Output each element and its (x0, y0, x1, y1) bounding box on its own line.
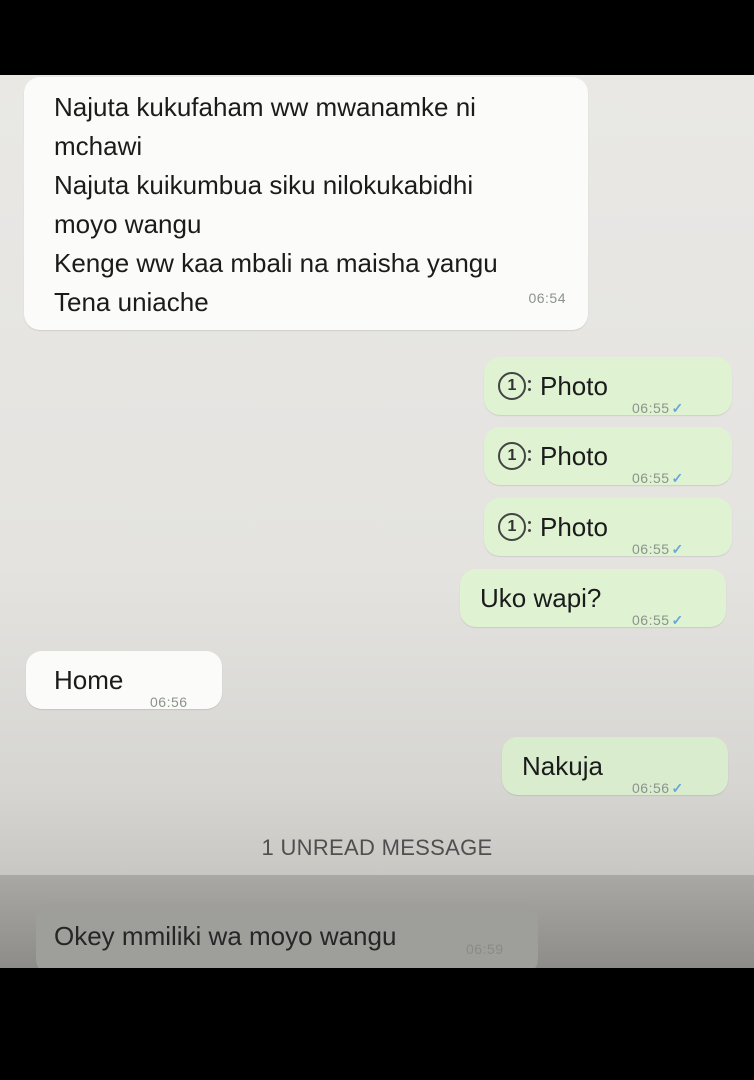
message-text: Home (54, 665, 124, 695)
view-once-icon: 1 (498, 513, 531, 541)
outgoing-photo-message[interactable]: 1 Photo 06:55 ✓ (484, 427, 732, 486)
outgoing-message[interactable]: Nakuja 06:56 ✓ (502, 737, 728, 796)
outgoing-photo-message[interactable]: 1 Photo 06:55 ✓ (484, 357, 732, 416)
view-once-icon: 1 (498, 372, 531, 400)
photo-label: Photo (540, 441, 608, 471)
unread-banner: 1 UNREAD MESSAGE (261, 835, 493, 860)
read-check-icon: ✓ (671, 470, 684, 486)
read-check-icon: ✓ (671, 541, 684, 557)
incoming-message[interactable]: Najuta kukufaham ww mwanamke ni mchawi N… (24, 77, 588, 330)
message-time: 06:55 ✓ (632, 470, 684, 486)
read-check-icon: ✓ (671, 612, 684, 628)
view-once-icon: 1 (498, 442, 531, 470)
message-time: 06:55 ✓ (632, 400, 684, 416)
read-check-icon: ✓ (671, 780, 684, 796)
incoming-message-unread[interactable]: Okey mmiliki wa moyo wangu 06:59 (36, 903, 538, 968)
read-check-icon: ✓ (671, 400, 684, 416)
photo-label: Photo (540, 512, 608, 542)
chat-area[interactable]: Najuta kukufaham ww mwanamke ni mchawi N… (0, 75, 754, 968)
message-text: Najuta kukufaham ww mwanamke ni mchawi N… (54, 92, 498, 317)
message-time: 06:55 ✓ (632, 541, 684, 557)
message-text: Nakuja (522, 751, 603, 781)
message-time: 06:56 (150, 694, 188, 710)
message-time: 06:59 (466, 941, 504, 957)
outgoing-photo-message[interactable]: 1 Photo 06:55 ✓ (484, 498, 732, 557)
incoming-message[interactable]: Home 06:56 (26, 651, 222, 710)
outgoing-message[interactable]: Uko wapi? 06:55 ✓ (460, 569, 726, 628)
message-text: Uko wapi? (480, 583, 602, 613)
message-time: 06:56 ✓ (632, 780, 684, 796)
message-time: 06:54 (528, 290, 566, 306)
photo-label: Photo (540, 371, 608, 401)
message-time: 06:55 ✓ (632, 612, 684, 628)
message-text: Okey mmiliki wa moyo wangu (54, 921, 397, 951)
